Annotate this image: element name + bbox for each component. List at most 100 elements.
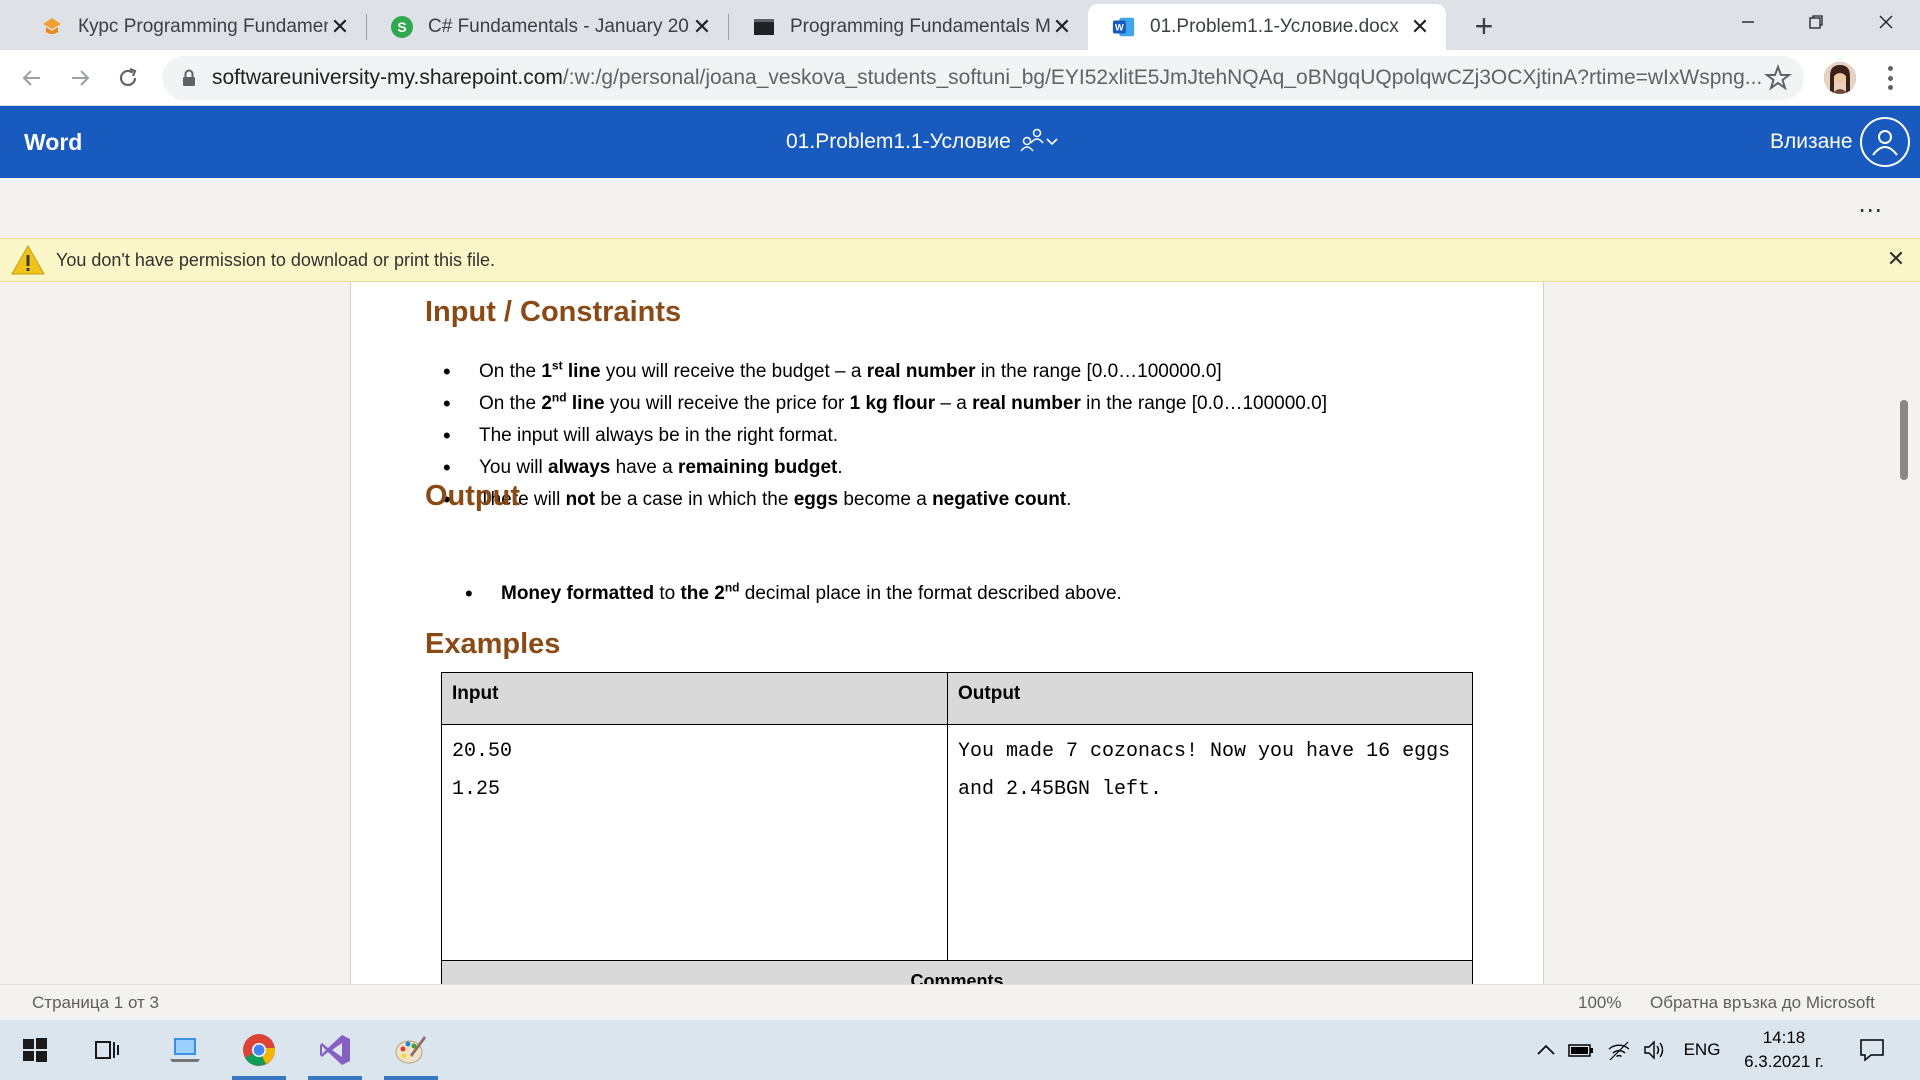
list-item-text: have a <box>610 457 678 478</box>
list-item-text: st <box>551 358 563 373</box>
forward-button[interactable] <box>62 60 98 96</box>
restore-button[interactable] <box>1782 0 1850 44</box>
browser-tab-strip: Курс Programming Fundamental ✕ S C# Fund… <box>0 0 1920 50</box>
close-icon[interactable]: ✕ <box>1408 14 1432 39</box>
tab-title: Курс Programming Fundamental <box>78 16 328 37</box>
page-indicator: Страница 1 от 3 <box>32 993 159 1012</box>
laptop-app-icon[interactable] <box>154 1020 216 1080</box>
tab-csharp-fundamentals[interactable]: S C# Fundamentals - January 2021 ✕ <box>366 4 728 50</box>
bookmark-star-icon[interactable] <box>1764 64 1792 92</box>
input-language-indicator[interactable]: ENG <box>1680 1020 1724 1080</box>
table-header-input: Input <box>441 672 948 725</box>
table-row: 20.50 1.25 You made 7 cozonacs! Now you … <box>441 724 1473 961</box>
list-item-text: in the range [0.0…100000.0] <box>1080 393 1327 414</box>
list-item-text: real number <box>866 361 976 382</box>
url-text: softwareuniversity-my.sharepoint.com/:w:… <box>212 66 1804 90</box>
address-bar[interactable]: softwareuniversity-my.sharepoint.com/:w:… <box>162 56 1804 100</box>
list-item-text: always <box>548 457 611 478</box>
example-input-line: 1.25 <box>452 778 501 801</box>
document-canvas[interactable]: Input / Constraints On the 1st line you … <box>0 282 1920 984</box>
comments-header: Comments <box>441 960 1473 984</box>
windows-start-icon[interactable] <box>4 1020 66 1080</box>
list-item-text: real number <box>972 393 1081 414</box>
zoom-level[interactable]: 100% <box>1578 993 1621 1013</box>
word-header: Word 01.Problem1.1-Условие Влизане <box>0 106 1920 178</box>
url-host: softwareuniversity-my.sharepoint.com <box>212 66 563 89</box>
input-constraints-list: On the 1st line you will receive the bud… <box>439 356 1327 516</box>
svg-text:S: S <box>397 19 406 35</box>
task-view-icon[interactable] <box>76 1020 138 1080</box>
visual-studio-icon[interactable] <box>304 1020 366 1080</box>
list-item-text: Money formatted <box>501 583 655 604</box>
new-tab-button[interactable]: + <box>1466 8 1502 44</box>
chrome-taskbar-icon[interactable] <box>228 1020 290 1080</box>
battery-icon[interactable] <box>1566 1020 1596 1080</box>
back-button[interactable] <box>14 60 50 96</box>
list-item-text: – a <box>935 393 973 414</box>
list-item-text: negative count <box>932 489 1067 510</box>
table-header-output: Output <box>947 672 1473 725</box>
list-item-text: be a case in which the <box>595 489 794 510</box>
heading-examples: Examples <box>425 628 561 660</box>
list-item-text: the 2 <box>680 583 725 604</box>
reload-button[interactable] <box>110 60 146 96</box>
permission-message-bar: You don't have permission to download or… <box>0 238 1920 282</box>
list-item-text: remaining budget <box>677 457 838 478</box>
more-options-icon[interactable]: ⋯ <box>1858 196 1883 225</box>
list-item-text: 1 <box>541 361 552 382</box>
list-item: There will not be a case in which the eg… <box>439 484 1327 516</box>
list-item-text: you will receive the price for <box>604 393 850 414</box>
word-icon: W <box>1112 15 1136 39</box>
feedback-link[interactable]: Обратна връзка до Microsoft <box>1650 993 1875 1013</box>
show-hidden-icons-chevron[interactable] <box>1532 1020 1560 1080</box>
list-item-text: 1 kg flour <box>849 393 936 414</box>
list-item: The input will always be in the right fo… <box>439 420 1327 452</box>
minimize-button[interactable] <box>1714 0 1782 44</box>
list-item: You will always have a remaining budget. <box>439 452 1327 484</box>
tab-title: Programming Fundamentals Mid <box>790 16 1050 37</box>
comments-row: Comments <box>441 960 1473 984</box>
user-account-icon[interactable] <box>1860 117 1910 167</box>
output-list: Money formatted to the 2nd decimal place… <box>461 578 1122 610</box>
list-item-text: not <box>565 489 596 510</box>
warning-icon <box>10 244 46 276</box>
close-icon[interactable]: ✕ <box>1050 14 1074 39</box>
list-item-text: to <box>654 583 681 604</box>
notifications-icon[interactable] <box>1852 1020 1892 1080</box>
example-input-line: 20.50 <box>452 740 513 763</box>
volume-icon[interactable] <box>1640 1020 1670 1080</box>
list-item: On the 2nd line you will receive the pri… <box>439 388 1327 420</box>
browser-toolbar: softwareuniversity-my.sharepoint.com/:w:… <box>0 50 1920 106</box>
vertical-scrollbar-thumb[interactable] <box>1900 400 1908 480</box>
close-window-button[interactable] <box>1852 0 1920 44</box>
taskbar-clock[interactable]: 14:18 6.3.2021 г. <box>1738 1026 1830 1074</box>
tab-problem-docx[interactable]: W 01.Problem1.1-Условие.docx ✕ <box>1088 4 1446 50</box>
paint-app-icon[interactable] <box>380 1020 442 1080</box>
example-input-cell: 20.50 1.25 <box>441 724 948 961</box>
lock-icon <box>178 67 200 89</box>
shared-users-chevron-icon[interactable] <box>1019 127 1063 157</box>
close-icon[interactable]: ✕ <box>328 14 352 39</box>
tab-title: C# Fundamentals - January 2021 <box>428 16 690 37</box>
clock-date: 6.3.2021 г. <box>1744 1052 1824 1071</box>
list-item: On the 1st line you will receive the bud… <box>439 356 1327 388</box>
example-output-line: and 2.45BGN left. <box>958 778 1163 801</box>
tab-softuni-course[interactable]: Курс Programming Fundamental ✕ <box>16 4 366 50</box>
ribbon-area: ⋯ <box>0 178 1920 238</box>
document-title[interactable]: 01.Problem1.1-Условие <box>786 106 1063 178</box>
list-item-text: line <box>566 393 605 414</box>
terminal-icon <box>752 15 776 39</box>
close-icon[interactable]: ✕ <box>690 14 714 39</box>
tab-programming-fundamentals-mid[interactable]: Programming Fundamentals Mid ✕ <box>728 4 1088 50</box>
windows-taskbar: ENG 14:18 6.3.2021 г. <box>0 1020 1920 1080</box>
dismiss-message-icon[interactable]: ✕ <box>1884 246 1908 271</box>
list-item-text: decimal place in the format described ab… <box>739 583 1122 604</box>
browser-menu-button[interactable] <box>1878 62 1902 94</box>
word-app-name[interactable]: Word <box>24 106 82 178</box>
sign-in-link[interactable]: Влизане <box>1770 106 1853 178</box>
permission-message-text: You don't have permission to download or… <box>56 249 496 270</box>
list-item-text: nd <box>724 580 740 595</box>
wifi-icon[interactable] <box>1604 1020 1634 1080</box>
list-item-text: become a <box>838 489 933 510</box>
profile-avatar[interactable] <box>1824 62 1856 94</box>
